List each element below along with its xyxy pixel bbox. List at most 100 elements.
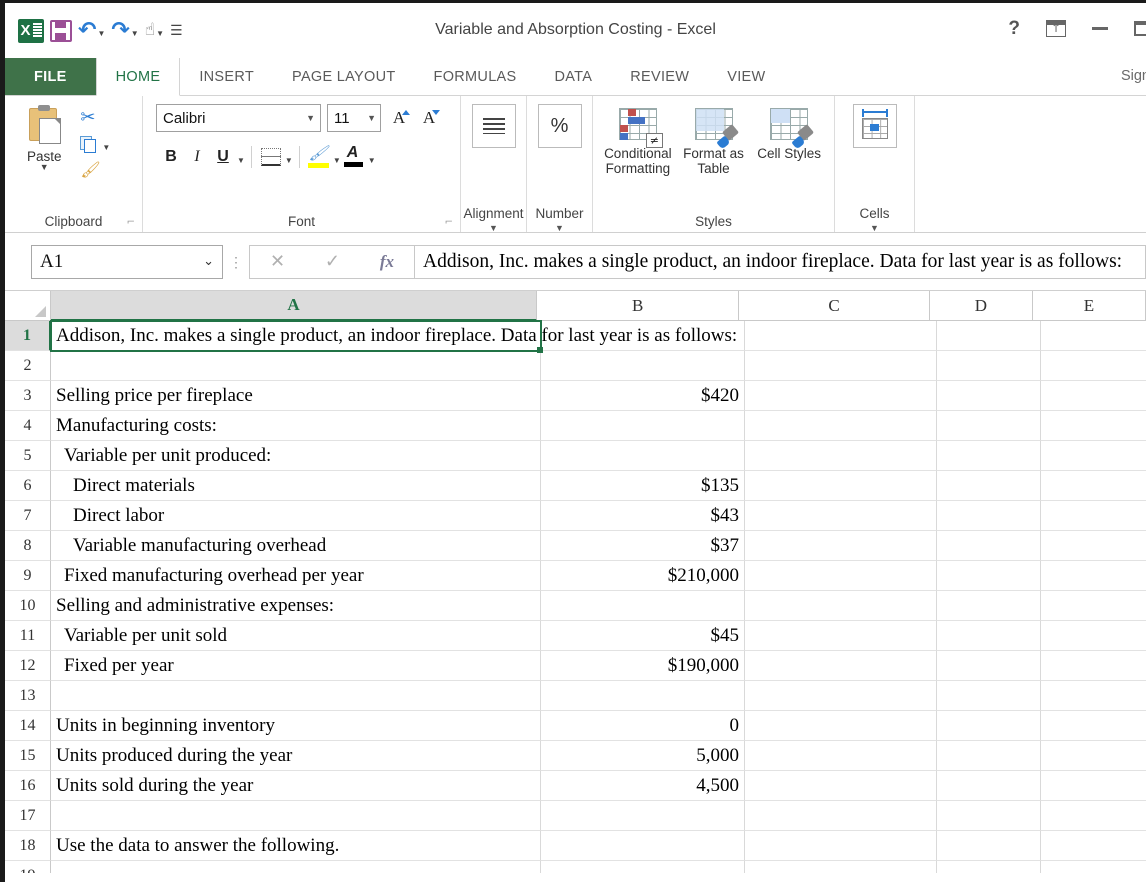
help-icon[interactable]: ? — [1008, 19, 1020, 38]
number-dropdown-icon[interactable]: ▼ — [527, 224, 592, 233]
cell-A8[interactable]: Variable manufacturing overhead — [51, 531, 541, 561]
tab-page-layout[interactable]: PAGE LAYOUT — [273, 58, 414, 95]
cell-C10[interactable] — [745, 591, 937, 621]
cell-E15[interactable] — [1041, 741, 1146, 771]
cell-C5[interactable] — [745, 441, 937, 471]
cut-button[interactable]: ✂ — [76, 106, 95, 130]
select-all-button[interactable] — [5, 291, 51, 321]
cell-A9[interactable]: Fixed manufacturing overhead per year — [51, 561, 541, 591]
cell-C2[interactable] — [745, 351, 937, 381]
cell-E1[interactable] — [1041, 321, 1146, 351]
formula-input[interactable]: Addison, Inc. makes a single product, an… — [415, 244, 1146, 279]
cell-A16[interactable]: Units sold during the year — [51, 771, 541, 801]
cell-D6[interactable] — [937, 471, 1041, 501]
cell-D5[interactable] — [937, 441, 1041, 471]
cell-A5[interactable]: Variable per unit produced: — [51, 441, 541, 471]
cell-C11[interactable] — [745, 621, 937, 651]
cell-E3[interactable] — [1041, 381, 1146, 411]
row-header-19[interactable]: 19 — [5, 861, 51, 873]
cell-A18[interactable]: Use the data to answer the following. — [51, 831, 541, 861]
cell-E14[interactable] — [1041, 711, 1146, 741]
cell-B5[interactable] — [541, 441, 745, 471]
cell-C1[interactable] — [745, 321, 937, 351]
cell-B19[interactable] — [541, 861, 745, 873]
cell-D12[interactable] — [937, 651, 1041, 681]
chevron-down-icon[interactable]: ⌄ — [203, 254, 214, 269]
row-header-10[interactable]: 10 — [5, 591, 51, 621]
cell-B8[interactable]: $37 — [541, 531, 745, 561]
row-header-13[interactable]: 13 — [5, 681, 51, 711]
cell-E2[interactable] — [1041, 351, 1146, 381]
cell-A10[interactable]: Selling and administrative expenses: — [51, 591, 541, 621]
enter-icon[interactable]: ✓ — [325, 251, 340, 272]
cell-C15[interactable] — [745, 741, 937, 771]
format-painter-button[interactable]: 🖌 — [76, 158, 100, 182]
row-header-11[interactable]: 11 — [5, 621, 51, 651]
alignment-dropdown-icon[interactable]: ▼ — [461, 224, 526, 233]
column-header-b[interactable]: B — [537, 291, 740, 321]
cell-C3[interactable] — [745, 381, 937, 411]
row-header-2[interactable]: 2 — [5, 351, 51, 381]
row-header-1[interactable]: 1 — [5, 321, 51, 351]
cancel-icon[interactable]: ✕ — [270, 251, 285, 272]
chevron-down-icon[interactable]: ▼ — [102, 143, 110, 152]
chevron-down-icon[interactable]: ▼ — [285, 156, 293, 165]
conditional-formatting-button[interactable]: ≠ Conditional Formatting — [600, 104, 676, 176]
cell-D15[interactable] — [937, 741, 1041, 771]
cell-E4[interactable] — [1041, 411, 1146, 441]
tab-insert[interactable]: INSERT — [180, 58, 273, 95]
save-icon[interactable] — [47, 16, 75, 46]
cell-D10[interactable] — [937, 591, 1041, 621]
bold-button[interactable]: B — [158, 144, 184, 170]
cell-B14[interactable]: 0 — [541, 711, 745, 741]
cell-D19[interactable] — [937, 861, 1041, 873]
cell-C7[interactable] — [745, 501, 937, 531]
alignment-button[interactable] — [471, 104, 516, 148]
cell-B9[interactable]: $210,000 — [541, 561, 745, 591]
restore-icon[interactable] — [1134, 21, 1146, 36]
cell-B11[interactable]: $45 — [541, 621, 745, 651]
row-header-15[interactable]: 15 — [5, 741, 51, 771]
row-header-14[interactable]: 14 — [5, 711, 51, 741]
insert-function-icon[interactable]: fx — [380, 252, 394, 272]
cell-D11[interactable] — [937, 621, 1041, 651]
cell-B15[interactable]: 5,000 — [541, 741, 745, 771]
formula-bar-drag-handle[interactable]: ⋮ — [223, 255, 249, 269]
cell-B2[interactable] — [541, 351, 745, 381]
cell-E11[interactable] — [1041, 621, 1146, 651]
row-header-9[interactable]: 9 — [5, 561, 51, 591]
tab-data[interactable]: DATA — [536, 58, 612, 95]
cell-B17[interactable] — [541, 801, 745, 831]
column-header-c[interactable]: C — [739, 291, 930, 321]
cell-C19[interactable] — [745, 861, 937, 873]
cell-A17[interactable] — [51, 801, 541, 831]
number-format-button[interactable]: % — [537, 104, 582, 148]
cell-D3[interactable] — [937, 381, 1041, 411]
touch-mode-icon[interactable]: ☝ ▼ — [142, 16, 167, 46]
row-header-3[interactable]: 3 — [5, 381, 51, 411]
cell-A6[interactable]: Direct materials — [51, 471, 541, 501]
cell-C16[interactable] — [745, 771, 937, 801]
name-box[interactable]: A1 ⌄ — [31, 244, 223, 279]
cell-D14[interactable] — [937, 711, 1041, 741]
increase-font-size-button[interactable]: A — [387, 105, 411, 131]
column-header-d[interactable]: D — [929, 291, 1033, 321]
cell-E18[interactable] — [1041, 831, 1146, 861]
chevron-down-icon[interactable]: ▼ — [333, 156, 341, 165]
cell-D16[interactable] — [937, 771, 1041, 801]
customize-quick-access-icon[interactable]: ☰ — [167, 16, 185, 46]
clipboard-dialog-launcher-icon[interactable]: ⌐ — [127, 217, 135, 228]
cells-dropdown-icon[interactable]: ▼ — [835, 224, 914, 233]
column-header-e[interactable]: E — [1032, 291, 1146, 321]
cell-B10[interactable] — [541, 591, 745, 621]
sign-in-link[interactable]: Sign — [1121, 68, 1146, 84]
cell-C6[interactable] — [745, 471, 937, 501]
cell-A14[interactable]: Units in beginning inventory — [51, 711, 541, 741]
cell-A2[interactable] — [51, 351, 541, 381]
cell-B7[interactable]: $43 — [541, 501, 745, 531]
minimize-icon[interactable] — [1092, 27, 1108, 30]
cell-C18[interactable] — [745, 831, 937, 861]
font-size-input[interactable]: 11 ▼ — [327, 104, 381, 132]
cell-E9[interactable] — [1041, 561, 1146, 591]
cell-E10[interactable] — [1041, 591, 1146, 621]
